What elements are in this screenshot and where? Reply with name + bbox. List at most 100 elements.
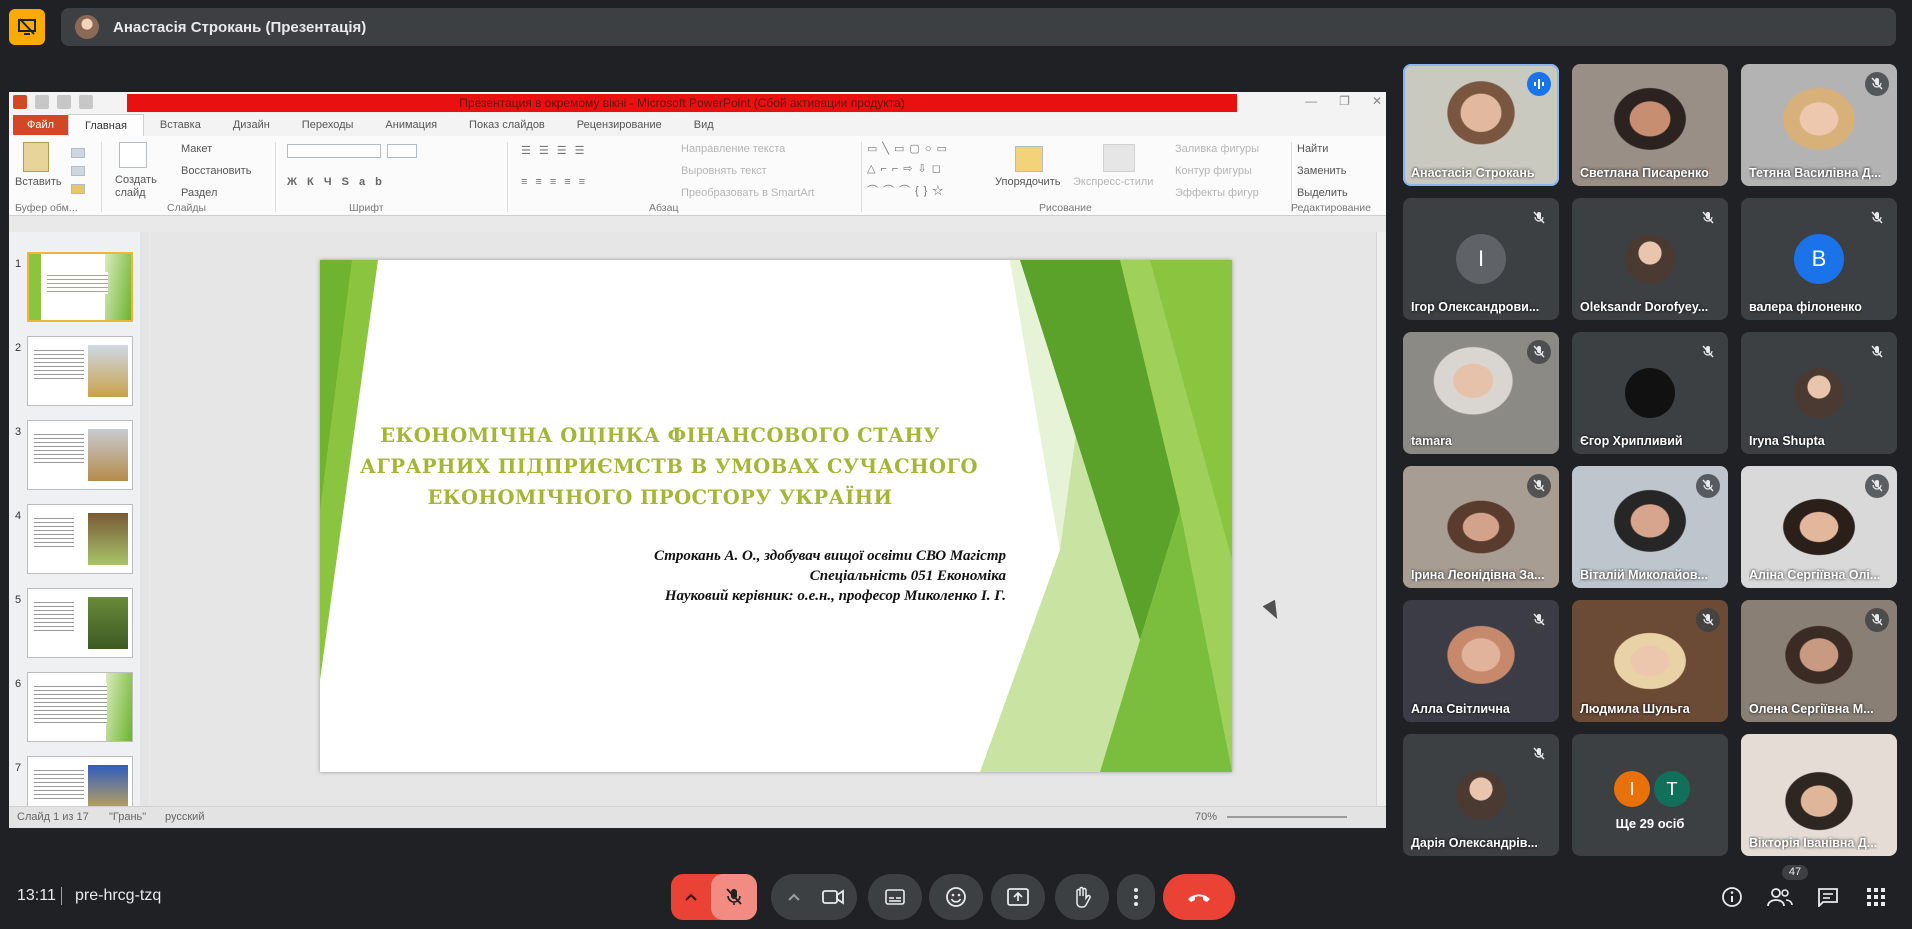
participant-tile[interactable]: Єгор Хрипливий: [1572, 332, 1728, 454]
participant-tile[interactable]: tamara: [1403, 332, 1559, 454]
paste-button[interactable]: Вставить: [15, 176, 62, 188]
camera-control[interactable]: [771, 874, 857, 920]
slide-thumbnail-1[interactable]: [27, 252, 133, 322]
smartart-button[interactable]: Преобразовать в SmartArt: [681, 187, 814, 199]
more-participants-tile[interactable]: І Т Ще 29 осіб: [1572, 734, 1728, 856]
participant-tile[interactable]: Iryna Shupta: [1741, 332, 1897, 454]
tab-slideshow[interactable]: Показ слайдов: [453, 114, 561, 136]
participant-tile[interactable]: Аліна Сергіївна Олі...: [1741, 466, 1897, 588]
shape-outline-button[interactable]: Контур фигуры: [1175, 165, 1252, 177]
participant-name: валера філоненко: [1749, 300, 1862, 314]
tab-view[interactable]: Вид: [678, 114, 730, 136]
tab-home[interactable]: Главная: [68, 113, 144, 137]
present-screen-button[interactable]: [991, 874, 1045, 920]
slide-thumbnail-5[interactable]: [27, 588, 133, 658]
copy-icon[interactable]: [71, 166, 85, 176]
tab-transitions[interactable]: Переходы: [286, 114, 370, 136]
tab-review[interactable]: Рецензирование: [561, 114, 678, 136]
slide-thumbnail-3[interactable]: [27, 420, 133, 490]
format-painter-icon[interactable]: [71, 184, 85, 194]
list-buttons[interactable]: ☰☰☰☰: [521, 144, 592, 157]
participant-tile[interactable]: Вікторія Іванівна Д...: [1741, 734, 1897, 856]
participant-tile[interactable]: Дарія Олександрів...: [1403, 734, 1559, 856]
thumb-number: 2: [15, 342, 22, 354]
section-button[interactable]: Раздел: [181, 187, 217, 199]
participant-tile[interactable]: Светлана Писаренко: [1572, 64, 1728, 186]
activities-button[interactable]: [1863, 884, 1889, 910]
shape-fill-button[interactable]: Заливка фигуры: [1175, 143, 1259, 155]
slide-scrollbar[interactable]: [1376, 232, 1386, 812]
arrange-button[interactable]: Упорядочить: [995, 176, 1060, 188]
close-icon[interactable]: ✕: [1372, 94, 1382, 108]
more-options-button[interactable]: [1117, 874, 1155, 920]
participant-tile[interactable]: Віталій Миколайов...: [1572, 466, 1728, 588]
participant-tile[interactable]: Oleksandr Dorofyey...: [1572, 198, 1728, 320]
slide-thumbnail-7[interactable]: [27, 756, 133, 812]
slide-thumbnail-6[interactable]: [27, 672, 133, 742]
raise-hand-button[interactable]: [1055, 874, 1109, 920]
status-zoom[interactable]: 70%: [1195, 811, 1217, 823]
select-button[interactable]: Выделить: [1297, 187, 1348, 199]
text-direction-button[interactable]: Направление текста: [681, 143, 785, 155]
camera-options-chevron-icon[interactable]: [775, 893, 813, 901]
quick-styles-icon[interactable]: [1103, 144, 1135, 172]
font-format-buttons[interactable]: ЖКЧSab: [287, 176, 392, 188]
camera-icon[interactable]: [813, 889, 853, 905]
microphone-control[interactable]: [671, 874, 757, 920]
cut-icon[interactable]: [71, 148, 85, 158]
presenter-bar[interactable]: Анастасія Строкань (Презентація): [61, 8, 1896, 46]
save-icon[interactable]: [35, 95, 49, 109]
reset-button[interactable]: Восстановить: [181, 165, 251, 177]
arrange-icon[interactable]: [1015, 146, 1043, 172]
emoji-button[interactable]: [929, 874, 983, 920]
captions-button[interactable]: [868, 874, 922, 920]
font-name-field[interactable]: [287, 144, 381, 158]
redo-icon[interactable]: [79, 95, 93, 109]
mic-off-icon[interactable]: [711, 874, 757, 920]
shape-effects-button[interactable]: Эффекты фигур: [1175, 187, 1259, 199]
tab-file[interactable]: Файл: [13, 115, 69, 135]
participant-tile[interactable]: Олена Сергіївна М...: [1741, 600, 1897, 722]
shapes-gallery[interactable]: ▭╲▭▢○▭: [867, 142, 952, 155]
tab-animation[interactable]: Анимация: [369, 114, 453, 136]
minimize-icon[interactable]: —: [1305, 94, 1317, 108]
quick-access-toolbar[interactable]: [13, 95, 93, 109]
undo-icon[interactable]: [57, 95, 71, 109]
participant-tile[interactable]: І Ігор Олександрови...: [1403, 198, 1559, 320]
thumbnail-scrollbar[interactable]: [140, 232, 149, 812]
participant-tile[interactable]: Тетяна Василівна Д...: [1741, 64, 1897, 186]
slide-thumbnail-2[interactable]: [27, 336, 133, 406]
people-button[interactable]: [1767, 884, 1793, 910]
align-text-button[interactable]: Выровнять текст: [681, 165, 767, 177]
find-button[interactable]: Найти: [1297, 143, 1328, 155]
chat-button[interactable]: [1815, 884, 1841, 910]
presenter-name: Анастасія Строкань (Презентація): [113, 18, 367, 36]
zoom-slider[interactable]: [1227, 816, 1347, 818]
participant-tile[interactable]: Анастасія Строкань: [1403, 64, 1559, 186]
participant-tile[interactable]: Ірина Леонідівна За...: [1403, 466, 1559, 588]
meeting-info-button[interactable]: [1719, 884, 1745, 910]
paste-icon[interactable]: [23, 142, 49, 172]
mic-options-chevron-icon[interactable]: [671, 893, 711, 901]
tab-design[interactable]: Дизайн: [217, 114, 286, 136]
new-slide-button[interactable]: Создать слайд: [115, 174, 159, 200]
leave-call-button[interactable]: [1163, 874, 1235, 920]
tab-insert[interactable]: Вставка: [144, 114, 217, 136]
maximize-icon[interactable]: ❐: [1339, 94, 1350, 108]
quick-styles-button[interactable]: Экспресс-стили: [1073, 176, 1153, 188]
hand-icon: [1076, 886, 1091, 908]
replace-button[interactable]: Заменить: [1297, 165, 1346, 177]
align-buttons[interactable]: ≡≡≡≡≡: [521, 176, 593, 188]
participant-tile[interactable]: Людмила Шульга: [1572, 600, 1728, 722]
font-size-field[interactable]: [387, 144, 417, 158]
shapes-gallery-row3[interactable]: ⌒⌒⌒{}☆: [867, 182, 948, 198]
layout-button[interactable]: Макет: [181, 143, 212, 155]
new-slide-icon[interactable]: [119, 142, 147, 168]
participant-tile[interactable]: Алла Світлична: [1403, 600, 1559, 722]
meeting-code[interactable]: pre-hrcg-tzq: [75, 887, 161, 905]
window-controls[interactable]: — ❐ ✕: [1305, 94, 1382, 108]
participant-tile[interactable]: Bвалера філоненко: [1741, 198, 1897, 320]
slide-thumbnail-4[interactable]: [27, 504, 133, 574]
shapes-gallery-row2[interactable]: △⌐⌐⇨⇩◻: [867, 162, 946, 175]
slide-thumbnails-pane[interactable]: 1 2 3 4 5 6 7: [9, 232, 149, 812]
